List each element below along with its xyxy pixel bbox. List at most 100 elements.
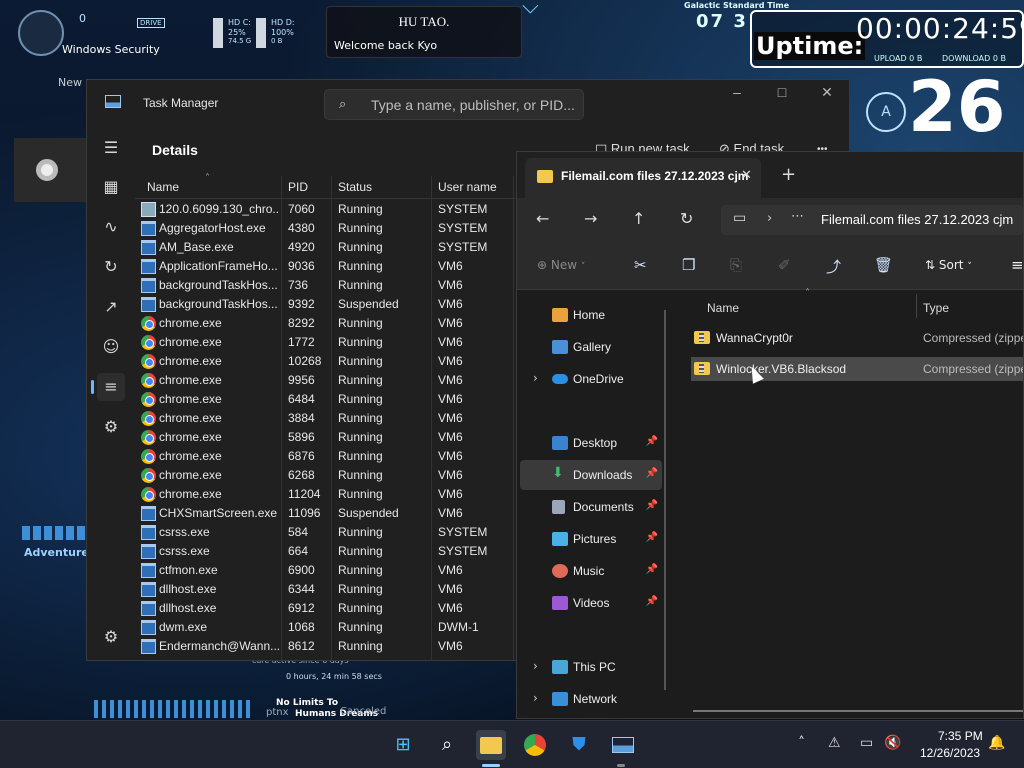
file-explorer-window[interactable]: Filemail.com files 27.12.2023 cjm ✕ + ← … bbox=[516, 151, 1024, 719]
task-manager-taskbar-icon[interactable] bbox=[608, 730, 638, 760]
process-row[interactable]: dllhost.exe 6912 Running VM6 bbox=[135, 598, 571, 617]
process-row[interactable]: AggregatorHost.exe 4380 Running SYSTEM bbox=[135, 218, 571, 237]
breadcrumb-overflow-icon[interactable]: ⋯ bbox=[791, 209, 804, 224]
nav-this-pc[interactable]: › This PC bbox=[520, 652, 662, 682]
forward-arrow-icon[interactable]: → bbox=[584, 209, 597, 228]
address-bar[interactable]: ▭ › ⋯ Filemail.com files 27.12.2023 cjm bbox=[721, 205, 1023, 235]
process-row[interactable]: chrome.exe 10268 Running VM6 bbox=[135, 351, 571, 370]
nav-onedrive[interactable]: › OneDrive bbox=[520, 364, 662, 394]
nav-videos[interactable]: Videos 📌 bbox=[520, 588, 662, 618]
process-row[interactable]: backgroundTaskHos... 9392 Suspended VM6 bbox=[135, 294, 571, 313]
process-row[interactable]: 120.0.6099.130_chro... 7060 Running SYSTEM bbox=[135, 199, 571, 218]
process-search-input[interactable]: ⌕ Type a name, publisher, or PID... bbox=[324, 89, 584, 120]
maximize-button[interactable]: □ bbox=[762, 84, 802, 100]
processes-icon[interactable]: ▦ bbox=[97, 173, 125, 201]
process-row[interactable]: chrome.exe 1772 Running VM6 bbox=[135, 332, 571, 351]
task-manager-titlebar[interactable]: Task Manager ⌕ Type a name, publisher, o… bbox=[87, 80, 849, 126]
nav-scrollbar[interactable] bbox=[664, 310, 666, 690]
process-row[interactable]: chrome.exe 5896 Running VM6 bbox=[135, 427, 571, 446]
process-row[interactable]: CHXSmartScreen.exe 11096 Suspended VM6 bbox=[135, 503, 571, 522]
column-pid[interactable]: PID bbox=[288, 180, 308, 194]
expand-chevron-icon[interactable]: › bbox=[533, 659, 538, 673]
expand-chevron-icon[interactable]: › bbox=[533, 691, 538, 705]
up-arrow-icon[interactable]: ↑ bbox=[632, 209, 645, 228]
process-row[interactable]: chrome.exe 6268 Running VM6 bbox=[135, 465, 571, 484]
process-row[interactable]: backgroundTaskHos... 736 Running VM6 bbox=[135, 275, 571, 294]
hud-bar bbox=[22, 526, 86, 540]
users-icon[interactable]: ☺ bbox=[97, 333, 125, 361]
display-icon[interactable]: ▭ bbox=[860, 735, 873, 751]
close-button[interactable]: ✕ bbox=[807, 84, 847, 101]
column-divider[interactable] bbox=[916, 294, 917, 318]
minimize-button[interactable]: – bbox=[717, 84, 757, 100]
process-row[interactable]: csrss.exe 664 Running SYSTEM bbox=[135, 541, 571, 560]
nav-documents[interactable]: Documents 📌 bbox=[520, 492, 662, 522]
process-row[interactable]: ctfmon.exe 6900 Running VM6 bbox=[135, 560, 571, 579]
services-icon[interactable]: ⚙ bbox=[97, 413, 125, 441]
chrome-taskbar-icon[interactable] bbox=[520, 730, 550, 760]
process-row[interactable]: chrome.exe 9956 Running VM6 bbox=[135, 370, 571, 389]
close-tab-icon[interactable]: ✕ bbox=[741, 168, 752, 183]
file-row[interactable]: Winlocker.VB6.Blacksod Compressed (zipped… bbox=[691, 357, 1023, 381]
process-row[interactable]: chrome.exe 11204 Running VM6 bbox=[135, 484, 571, 503]
search-icon[interactable]: ⌕ bbox=[432, 730, 462, 760]
nav-downloads[interactable]: ⬇ Downloads 📌 bbox=[520, 460, 662, 490]
details-icon[interactable]: ≡ bbox=[91, 373, 125, 401]
process-row[interactable]: chrome.exe 8292 Running VM6 bbox=[135, 313, 571, 332]
share-icon[interactable]: ⤴ bbox=[826, 256, 841, 277]
app-history-icon[interactable]: ↻ bbox=[97, 253, 125, 281]
expand-chevron-icon[interactable]: › bbox=[533, 371, 538, 385]
bottom-text-6: Canceled bbox=[340, 706, 387, 717]
notification-bell-icon[interactable]: 🔔 bbox=[988, 735, 1005, 751]
network-disconnected-icon[interactable]: ⚠ bbox=[828, 735, 841, 751]
rename-icon[interactable]: ✐ bbox=[778, 256, 791, 274]
process-row[interactable]: chrome.exe 6484 Running VM6 bbox=[135, 389, 571, 408]
process-name: CHXSmartScreen.exe bbox=[159, 506, 278, 520]
startup-apps-icon[interactable]: ↗ bbox=[97, 293, 125, 321]
process-row[interactable]: AM_Base.exe 4920 Running SYSTEM bbox=[135, 237, 571, 256]
horizontal-scrollbar[interactable] bbox=[693, 710, 1023, 712]
file-explorer-taskbar-icon[interactable] bbox=[476, 730, 506, 760]
nav-desktop[interactable]: Desktop 📌 bbox=[520, 428, 662, 458]
start-windows-icon[interactable]: ⊞ bbox=[388, 730, 418, 760]
volume-muted-icon[interactable]: 🔇 bbox=[884, 735, 901, 751]
copy-icon[interactable]: ❐ bbox=[682, 256, 695, 274]
process-row[interactable]: chrome.exe 6876 Running VM6 bbox=[135, 446, 571, 465]
paste-icon[interactable]: ⎘ bbox=[730, 256, 742, 274]
chrome-icon bbox=[141, 468, 156, 483]
column-name[interactable]: Name bbox=[147, 180, 179, 194]
process-row[interactable]: dwm.exe 1068 Running DWM-1 bbox=[135, 617, 571, 636]
new-button[interactable]: ⊕ New ˅ bbox=[537, 258, 585, 272]
nav-music[interactable]: Music 📌 bbox=[520, 556, 662, 586]
column-user-name[interactable]: User name bbox=[438, 180, 497, 194]
settings-icon[interactable]: ⚙ bbox=[97, 623, 125, 651]
windows-security-taskbar-icon[interactable]: ⛊ bbox=[564, 730, 594, 760]
view-icon[interactable]: ≡ bbox=[1011, 256, 1023, 274]
nav-pictures[interactable]: Pictures 📌 bbox=[520, 524, 662, 554]
back-arrow-icon[interactable]: ← bbox=[536, 209, 549, 228]
column-name[interactable]: Name bbox=[707, 301, 739, 315]
refresh-icon[interactable]: ↻ bbox=[680, 209, 693, 228]
process-row[interactable]: chrome.exe 3884 Running VM6 bbox=[135, 408, 571, 427]
column-status[interactable]: Status bbox=[338, 180, 372, 194]
day-number: 26 bbox=[908, 66, 1006, 148]
process-row[interactable]: ApplicationFrameHo... 9036 Running VM6 bbox=[135, 256, 571, 275]
process-row[interactable]: dllhost.exe 6344 Running VM6 bbox=[135, 579, 571, 598]
performance-icon[interactable]: ∿ bbox=[97, 213, 125, 241]
show-hidden-icons-chevron-icon[interactable]: ˄ bbox=[798, 735, 805, 751]
process-row[interactable]: csrss.exe 584 Running SYSTEM bbox=[135, 522, 571, 541]
clock-date[interactable]: 12/26/2023 bbox=[920, 746, 980, 760]
new-tab-icon[interactable]: + bbox=[781, 164, 796, 185]
hamburger-menu-icon[interactable]: ☰ bbox=[97, 134, 125, 162]
process-row[interactable]: Endermanch@Wann... 8612 Running VM6 bbox=[135, 636, 571, 655]
clock-time[interactable]: 7:35 PM bbox=[938, 729, 983, 743]
file-row[interactable]: WannaCrypt0r Compressed (zipped) bbox=[691, 326, 1023, 350]
nav-gallery[interactable]: Gallery bbox=[520, 332, 662, 362]
column-type[interactable]: Type bbox=[923, 301, 949, 315]
nav-network[interactable]: › Network bbox=[520, 684, 662, 714]
cut-icon[interactable]: ✂ bbox=[634, 256, 647, 274]
nav-home[interactable]: Home bbox=[520, 300, 662, 330]
sort-button[interactable]: ⇅ Sort ˅ bbox=[925, 258, 972, 272]
delete-icon[interactable]: 🗑 bbox=[874, 256, 893, 274]
explorer-tab[interactable]: Filemail.com files 27.12.2023 cjm ✕ bbox=[525, 158, 761, 198]
